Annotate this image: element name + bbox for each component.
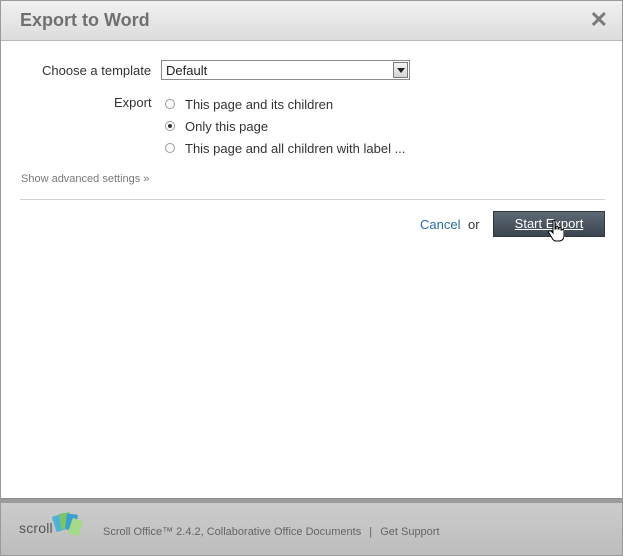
- radio-button[interactable]: [165, 143, 175, 153]
- show-advanced-settings-link[interactable]: Show advanced settings »: [21, 173, 149, 185]
- cancel-link[interactable]: Cancel: [420, 217, 460, 232]
- footer-separator: |: [369, 526, 373, 538]
- close-icon[interactable]: ✕: [590, 8, 608, 32]
- divider: [20, 199, 605, 200]
- or-text: or: [468, 217, 480, 232]
- radio-label: This page and all children with label ..…: [185, 141, 406, 156]
- radio-label: This page and its children: [185, 97, 334, 112]
- scroll-logo-text: scroll: [19, 520, 53, 536]
- hand-cursor-icon: [548, 220, 564, 242]
- export-dialog: Export to Word ✕ Choose a template Defau…: [0, 0, 623, 556]
- template-label: Choose a template: [42, 63, 152, 78]
- export-label: Export: [114, 95, 152, 110]
- get-support-link[interactable]: Get Support: [380, 526, 439, 538]
- dialog-header: Export to Word ✕: [1, 1, 622, 41]
- template-select-value: Default: [166, 63, 208, 78]
- radio-label: Only this page: [185, 119, 269, 134]
- dialog-footer: scroll Scroll Office™ 2.4.2, Collaborati…: [1, 498, 622, 555]
- product-info: Scroll Office™ 2.4.2, Collaborative Offi…: [103, 526, 362, 538]
- radio-button[interactable]: [165, 99, 175, 109]
- chevron-down-icon[interactable]: [393, 62, 408, 78]
- footer-info: Scroll Office™ 2.4.2, Collaborative Offi…: [103, 526, 440, 538]
- dialog-title: Export to Word: [20, 10, 150, 30]
- scroll-logo-icon: [52, 512, 83, 537]
- radio-button-checked[interactable]: [165, 121, 175, 131]
- template-select[interactable]: Default: [161, 60, 410, 80]
